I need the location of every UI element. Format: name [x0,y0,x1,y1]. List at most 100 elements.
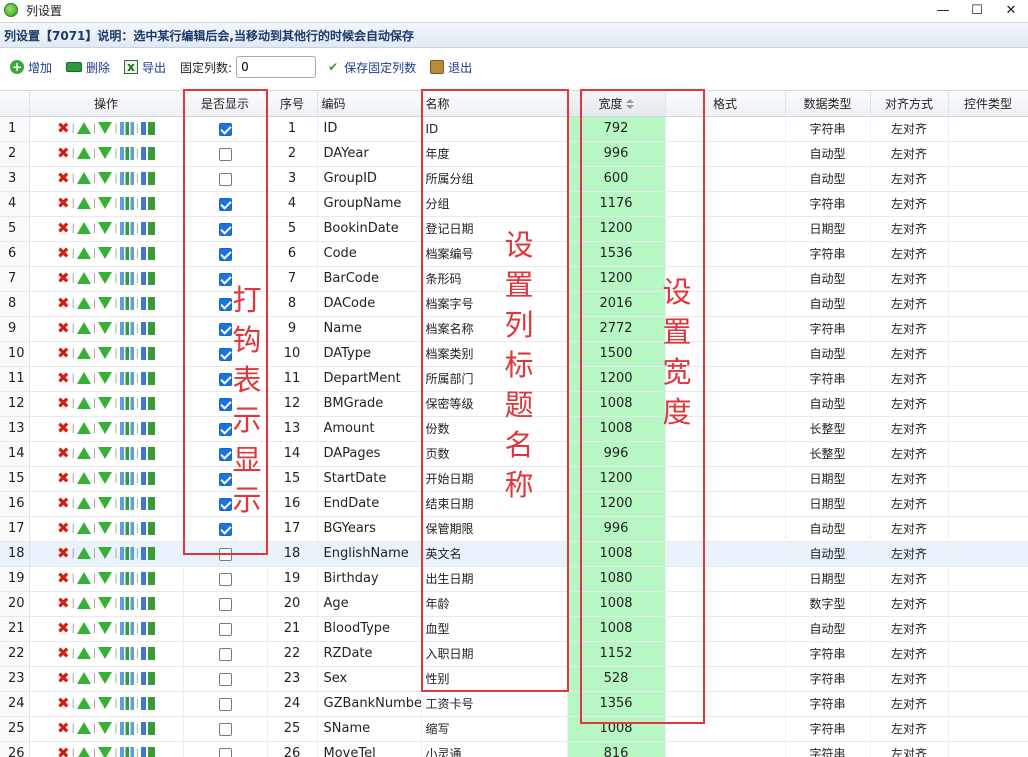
move-top-icon[interactable] [119,296,134,310]
align-cell[interactable]: 左对齐 [870,116,949,142]
move-top-icon[interactable] [119,471,134,485]
move-up-icon[interactable] [76,122,91,134]
dtype-cell[interactable]: 字符串 [785,241,871,267]
format-cell[interactable] [665,116,786,142]
maximize-button[interactable]: ☐ [960,0,994,20]
dtype-cell[interactable]: 字符串 [785,116,871,142]
move-down-icon[interactable] [98,197,113,209]
name-cell[interactable]: 条形码 [421,266,568,292]
align-cell[interactable]: 左对齐 [870,191,949,217]
move-down-icon[interactable] [98,622,113,634]
dtype-cell[interactable]: 字符串 [785,741,871,757]
show-checkbox[interactable] [218,247,232,261]
delete-row-icon[interactable]: ✖ [57,746,70,757]
move-up-icon[interactable] [76,372,91,384]
move-bottom-icon[interactable] [141,346,156,360]
code-cell[interactable]: DAYear [317,141,422,167]
width-cell[interactable]: 1008 [567,716,666,742]
code-cell[interactable]: DepartMent [317,366,422,392]
width-cell[interactable]: 1200 [567,466,666,492]
seq-cell[interactable]: 19 [267,566,318,592]
code-cell[interactable]: GZBankNumber [317,691,422,717]
width-cell[interactable]: 1008 [567,391,666,417]
name-cell[interactable]: 血型 [421,616,568,642]
format-cell[interactable] [665,491,786,517]
width-cell[interactable]: 2772 [567,316,666,342]
delete-row-icon[interactable]: ✖ [57,496,70,511]
move-bottom-icon[interactable] [141,621,156,635]
move-bottom-icon[interactable] [141,471,156,485]
width-cell[interactable]: 1008 [567,616,666,642]
show-checkbox[interactable] [218,722,232,736]
code-cell[interactable]: Code [317,241,422,267]
align-cell[interactable]: 左对齐 [870,516,949,542]
align-cell[interactable]: 左对齐 [870,741,949,757]
name-cell[interactable]: ID [421,116,568,142]
move-down-icon[interactable] [98,147,113,159]
width-cell[interactable]: 996 [567,516,666,542]
format-cell[interactable] [665,541,786,567]
width-cell[interactable]: 1500 [567,341,666,367]
show-checkbox[interactable] [218,647,232,661]
move-down-icon[interactable] [98,372,113,384]
name-header[interactable]: 名称 [421,91,568,117]
show-checkbox[interactable] [218,547,232,561]
code-cell[interactable]: Birthday [317,566,422,592]
align-cell[interactable]: 左对齐 [870,391,949,417]
move-up-icon[interactable] [76,472,91,484]
move-top-icon[interactable] [119,246,134,260]
move-bottom-icon[interactable] [141,671,156,685]
delete-row-icon[interactable]: ✖ [57,621,70,636]
ctrl-cell[interactable] [948,391,1028,417]
exit-button[interactable]: 退出 [430,59,472,76]
dtype-cell[interactable]: 自动型 [785,541,871,567]
align-cell[interactable]: 左对齐 [870,216,949,242]
seq-cell[interactable]: 23 [267,666,318,692]
seq-cell[interactable]: 13 [267,416,318,442]
move-up-icon[interactable] [76,222,91,234]
format-cell[interactable] [665,166,786,192]
dtype-cell[interactable]: 自动型 [785,516,871,542]
code-cell[interactable]: EndDate [317,491,422,517]
seq-cell[interactable]: 26 [267,741,318,757]
ctrl-cell[interactable] [948,691,1028,717]
add-button[interactable]: + 增加 [10,59,52,76]
format-cell[interactable] [665,641,786,667]
move-bottom-icon[interactable] [141,596,156,610]
move-down-icon[interactable] [98,722,113,734]
show-checkbox[interactable] [218,172,232,186]
delete-row-icon[interactable]: ✖ [57,246,70,261]
align-cell[interactable]: 左对齐 [870,341,949,367]
table-row[interactable]: 21 ✖ | | | | 21 BloodType 血型 1008 自动型 左对齐 [0,616,1028,642]
move-down-icon[interactable] [98,122,113,134]
ctrl-cell[interactable] [948,716,1028,742]
move-bottom-icon[interactable] [141,421,156,435]
move-top-icon[interactable] [119,621,134,635]
move-up-icon[interactable] [76,247,91,259]
move-bottom-icon[interactable] [141,246,156,260]
width-cell[interactable]: 1008 [567,416,666,442]
table-row[interactable]: 23 ✖ | | | | 23 Sex 性别 528 字符串 左对齐 [0,666,1028,692]
dtype-cell[interactable]: 字符串 [785,641,871,667]
align-header[interactable]: 对齐方式 [870,91,949,117]
name-cell[interactable]: 所属分组 [421,166,568,192]
seq-cell[interactable]: 2 [267,141,318,167]
dtype-cell[interactable]: 字符串 [785,691,871,717]
move-down-icon[interactable] [98,397,113,409]
move-top-icon[interactable] [119,321,134,335]
move-up-icon[interactable] [76,347,91,359]
name-cell[interactable]: 份数 [421,416,568,442]
close-button[interactable]: ✕ [994,0,1028,20]
table-row[interactable]: 2 ✖ | | | | 2 DAYear 年度 996 自动型 左对齐 [0,141,1028,167]
dtype-cell[interactable]: 字符串 [785,666,871,692]
ctrl-cell[interactable] [948,641,1028,667]
name-cell[interactable]: 登记日期 [421,216,568,242]
move-top-icon[interactable] [119,271,134,285]
minimize-button[interactable]: — [926,0,960,20]
move-down-icon[interactable] [98,222,113,234]
align-cell[interactable]: 左对齐 [870,141,949,167]
seq-cell[interactable]: 24 [267,691,318,717]
delete-row-icon[interactable]: ✖ [57,321,70,336]
move-top-icon[interactable] [119,196,134,210]
move-bottom-icon[interactable] [141,271,156,285]
